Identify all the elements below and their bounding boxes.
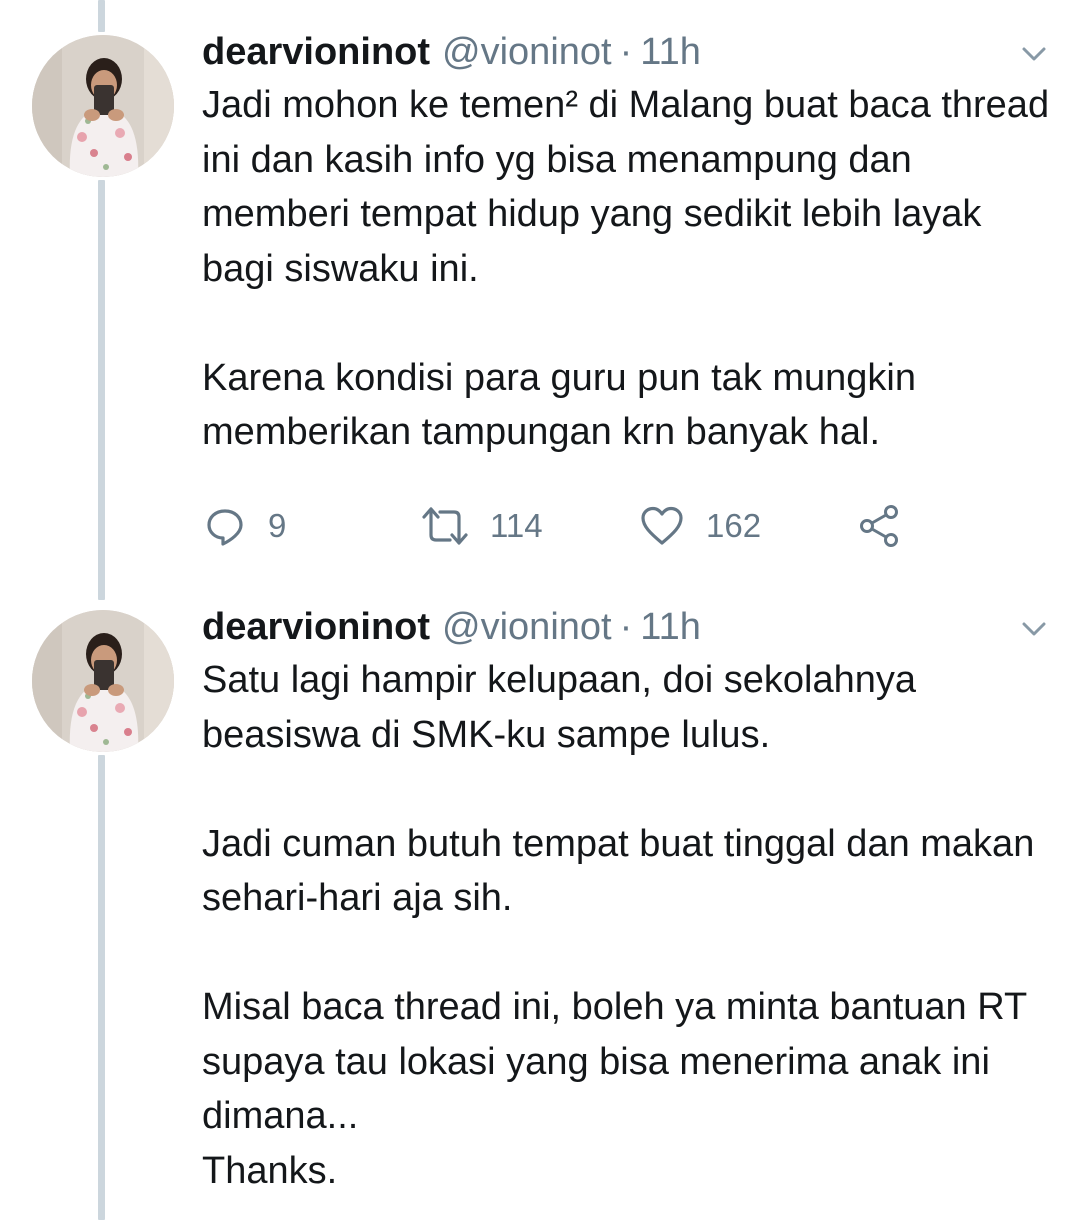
tweet-text: Jadi mohon ke temen² di Malang buat baca… — [202, 78, 1052, 460]
retweet-count: 114 — [490, 507, 543, 544]
heart-icon — [640, 505, 684, 547]
chevron-down-icon[interactable] — [1018, 38, 1050, 70]
tweet-paragraph: Satu lagi hampir kelupaan, doi sekolahny… — [202, 659, 927, 756]
retweet-button[interactable]: 114 — [422, 501, 543, 551]
chevron-down-icon[interactable] — [1018, 613, 1050, 645]
tweet-text: Satu lagi hampir kelupaan, doi sekolahny… — [202, 653, 1052, 1198]
user-handle[interactable]: @vioninot — [442, 603, 612, 651]
tweet-paragraph: Karena kondisi para guru pun tak mungkin… — [202, 356, 927, 454]
tweet-header: dearvioninot @vioninot · 11h — [202, 28, 1050, 76]
tweet-paragraph: Misal baca thread ini, boleh ya minta ba… — [202, 986, 1027, 1192]
reply-bubble-icon — [204, 505, 246, 547]
tweet-paragraph: Jadi cuman butuh tempat buat tinggal dan… — [202, 822, 1045, 920]
tweet-header: dearvioninot @vioninot · 11h — [202, 603, 1050, 651]
tweet-paragraph: Jadi mohon ke temen² di Malang buat baca… — [202, 84, 1060, 290]
tweet[interactable]: dearvioninot @vioninot · 11h Satu lagi h… — [0, 590, 1080, 1220]
reply-count: 9 — [268, 507, 287, 544]
display-name[interactable]: dearvioninot — [202, 603, 430, 651]
timestamp[interactable]: 11h — [640, 603, 701, 651]
display-name[interactable]: dearvioninot — [202, 28, 430, 76]
header-separator: · — [619, 606, 633, 648]
user-handle[interactable]: @vioninot — [442, 28, 612, 76]
header-separator: · — [619, 31, 633, 73]
tweet-actions: 9 114 162 — [202, 501, 922, 551]
share-button[interactable] — [858, 501, 902, 551]
reply-button[interactable]: 9 — [204, 501, 286, 551]
timestamp[interactable]: 11h — [640, 28, 701, 76]
tweet[interactable]: dearvioninot @vioninot · 11h Jadi mohon … — [0, 0, 1080, 580]
avatar[interactable] — [32, 610, 174, 752]
like-button[interactable]: 162 — [640, 501, 761, 551]
retweet-arrows-icon — [422, 505, 468, 547]
like-count: 162 — [706, 507, 762, 544]
avatar[interactable] — [32, 35, 174, 177]
share-nodes-icon — [858, 504, 902, 548]
